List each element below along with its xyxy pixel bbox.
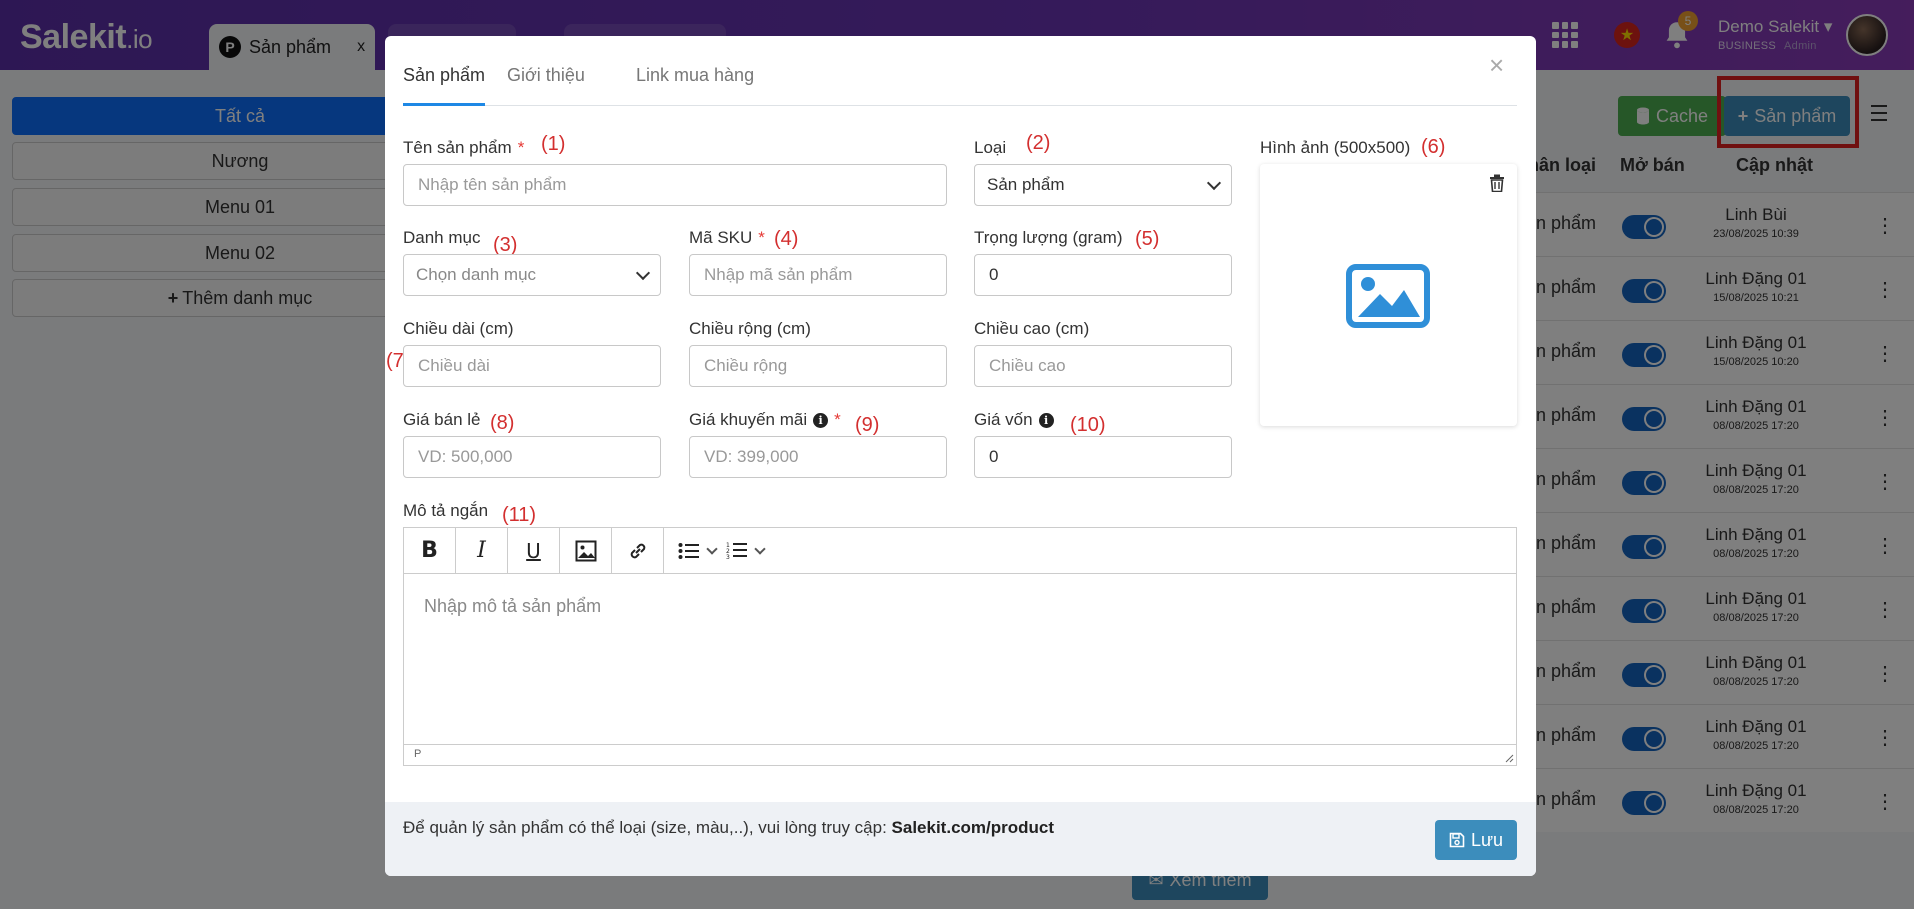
annotation-1: (1) xyxy=(541,133,566,155)
name-label: Tên sản phẩm * xyxy=(403,138,525,157)
promo-price-input[interactable] xyxy=(689,436,947,478)
floppy-disk-icon xyxy=(1449,832,1465,848)
category-select[interactable]: Chọn danh mục xyxy=(403,254,661,296)
cost-price-label: Giá vốn i xyxy=(974,410,1054,430)
promo-price-label: Giá khuyến mãi i * xyxy=(689,410,841,429)
chevron-down-icon[interactable] xyxy=(706,542,718,555)
type-select[interactable]: Sản phẩm xyxy=(974,164,1232,206)
editor-content-area[interactable]: Nhập mô tả sản phẩm xyxy=(424,596,601,617)
chevron-down-icon[interactable] xyxy=(754,542,766,555)
height-input[interactable] xyxy=(974,345,1232,387)
sku-input[interactable] xyxy=(689,254,947,296)
bold-icon[interactable]: B xyxy=(404,528,456,573)
editor-toolbar: B I U 123 xyxy=(404,528,1516,574)
product-name-input[interactable] xyxy=(403,164,947,206)
insert-image-icon[interactable] xyxy=(560,528,612,573)
svg-text:3: 3 xyxy=(726,554,730,561)
annotation-9: (9) xyxy=(855,414,880,436)
underline-icon[interactable]: U xyxy=(508,528,560,573)
annotation-11: (11) xyxy=(502,504,537,526)
cost-price-input[interactable] xyxy=(974,436,1232,478)
retail-price-input[interactable] xyxy=(403,436,661,478)
close-icon[interactable]: × xyxy=(1489,50,1504,81)
product-link[interactable]: Salekit.com/product xyxy=(892,818,1054,837)
type-label: Loại xyxy=(974,138,1007,157)
italic-icon[interactable]: I xyxy=(456,528,508,573)
short-description-label: Mô tả ngắn xyxy=(403,501,489,520)
bullet-list-icon[interactable] xyxy=(664,528,726,573)
annotation-2: (2) xyxy=(1026,132,1051,154)
add-product-modal: Sản phẩm Giới thiệu Link mua hàng × Tên … xyxy=(385,36,1536,876)
save-button[interactable]: Lưu xyxy=(1435,820,1517,860)
rich-text-editor: B I U 123 Nhập mô tả sản phẩm P xyxy=(403,527,1517,766)
weight-input[interactable] xyxy=(974,254,1232,296)
image-upload-area[interactable] xyxy=(1260,164,1517,426)
editor-statusbar: P xyxy=(404,744,1516,765)
width-input[interactable] xyxy=(689,345,947,387)
height-label: Chiều cao (cm) xyxy=(974,319,1090,338)
info-icon[interactable]: i xyxy=(813,413,829,428)
footer-note: Để quản lý sản phẩm có thể loại (size, m… xyxy=(403,818,1055,837)
tab-introduction[interactable]: Giới thiệu xyxy=(507,66,585,106)
resize-handle-icon[interactable] xyxy=(1504,753,1514,763)
annotation-5: (5) xyxy=(1135,228,1160,250)
category-label: Danh mục xyxy=(403,228,481,247)
width-label: Chiều rộng (cm) xyxy=(689,319,811,338)
link-icon[interactable] xyxy=(612,528,664,573)
length-label: Chiều dài (cm) xyxy=(403,319,514,338)
annotation-8: (8) xyxy=(490,412,515,434)
modal-tabs: Sản phẩm Giới thiệu Link mua hàng xyxy=(403,66,1517,106)
info-icon[interactable]: i xyxy=(1038,413,1054,428)
annotation-10: (10) xyxy=(1070,414,1106,436)
sku-label: Mã SKU * xyxy=(689,228,765,247)
trash-icon[interactable] xyxy=(1489,174,1505,192)
image-placeholder-icon xyxy=(1346,264,1430,328)
image-label: Hình ảnh (500x500) xyxy=(1260,138,1411,157)
modal-footer: Để quản lý sản phẩm có thể loại (size, m… xyxy=(385,802,1536,876)
chevron-down-icon xyxy=(1206,175,1222,191)
retail-price-label: Giá bán lẻ xyxy=(403,410,481,429)
annotation-6: (6) xyxy=(1421,136,1446,158)
annotation-4: (4) xyxy=(774,228,799,250)
weight-label: Trọng lượng (gram) xyxy=(974,228,1123,247)
numbered-list-icon[interactable]: 123 xyxy=(726,528,774,573)
tab-product[interactable]: Sản phẩm xyxy=(403,66,486,106)
chevron-down-icon xyxy=(635,265,651,281)
length-input[interactable] xyxy=(403,345,661,387)
tab-purchase-link[interactable]: Link mua hàng xyxy=(636,66,754,106)
